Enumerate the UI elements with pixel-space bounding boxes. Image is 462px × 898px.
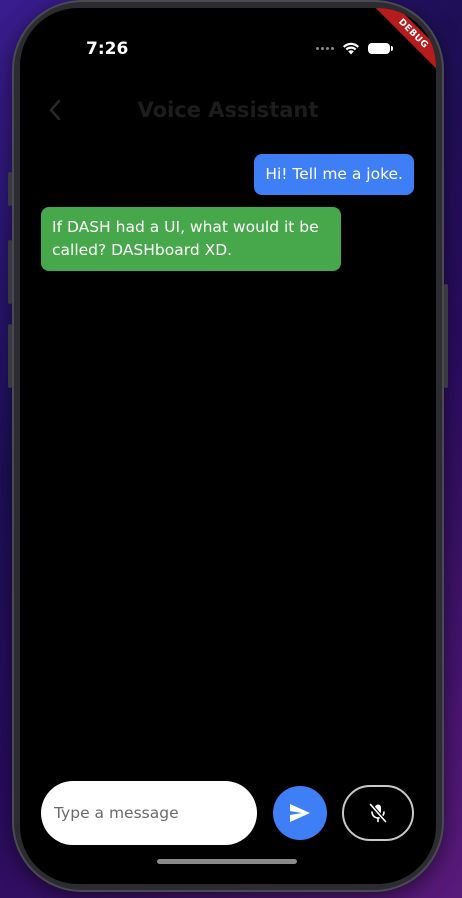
battery-icon: [368, 43, 393, 54]
volume-up-button: [8, 240, 12, 304]
debug-banner: DEBUG: [375, 8, 436, 72]
app-screen: 7:26 DEBUG Voice Assistant Hi! Tell me a…: [20, 8, 436, 884]
mic-toggle-button[interactable]: [342, 785, 414, 841]
status-time: 7:26: [86, 39, 129, 59]
app-bar: Voice Assistant: [20, 92, 436, 128]
user-message-bubble: Hi! Tell me a joke.: [254, 154, 414, 195]
volume-down-button: [8, 324, 12, 388]
wifi-icon: [343, 42, 359, 55]
home-indicator[interactable]: [157, 859, 297, 864]
action-button: [8, 172, 12, 206]
power-button: [444, 284, 448, 388]
mic-off-icon: [369, 803, 387, 823]
assistant-message-bubble: If DASH had a UI, what would it be calle…: [41, 207, 341, 271]
message-input[interactable]: [41, 781, 257, 845]
send-button[interactable]: [273, 786, 327, 840]
cellular-signal-icon: [316, 47, 334, 50]
send-icon: [290, 804, 310, 822]
page-title: Voice Assistant: [137, 98, 319, 122]
status-icons: [316, 42, 393, 55]
